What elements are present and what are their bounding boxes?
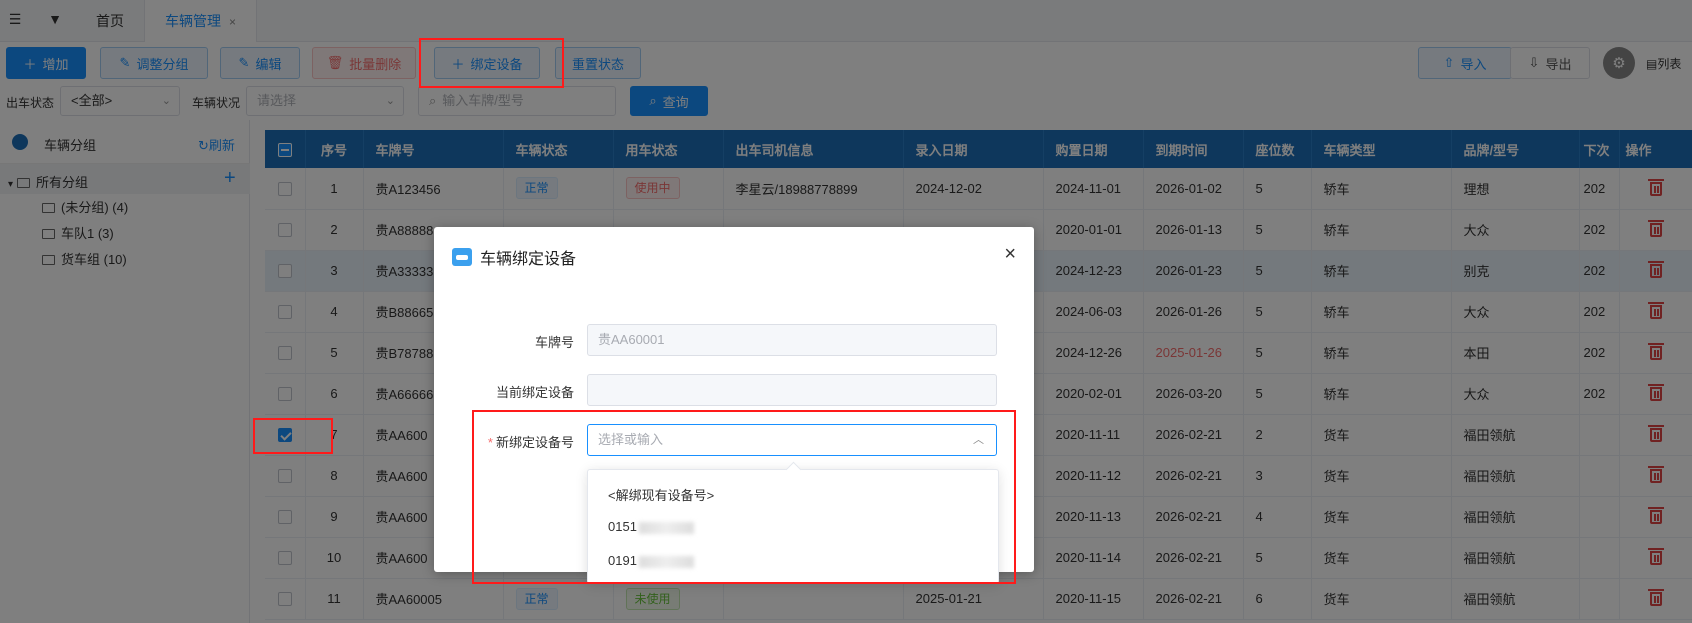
close-icon[interactable]: × — [1004, 243, 1016, 266]
dialog-title: 车辆绑定设备 — [452, 245, 576, 269]
highlight-bind-device — [419, 38, 564, 88]
app: ☰ ▼ 首页 车辆管理× ＋增加 ✎调整分组 ✎编辑 🗑批量删除 ＋绑定设备 重… — [0, 0, 1692, 623]
current-device-label: 当前绑定设备 — [495, 385, 574, 400]
plate-field: 贵AA60001 — [587, 324, 997, 356]
current-device-field — [587, 374, 997, 406]
dialog-title-text: 车辆绑定设备 — [480, 251, 577, 268]
highlight-new-device — [472, 410, 1016, 584]
plate-label: 车牌号 — [534, 335, 574, 350]
vehicle-icon — [452, 248, 472, 266]
plate-value: 贵AA60001 — [598, 332, 665, 347]
highlight-checkbox — [253, 418, 333, 454]
